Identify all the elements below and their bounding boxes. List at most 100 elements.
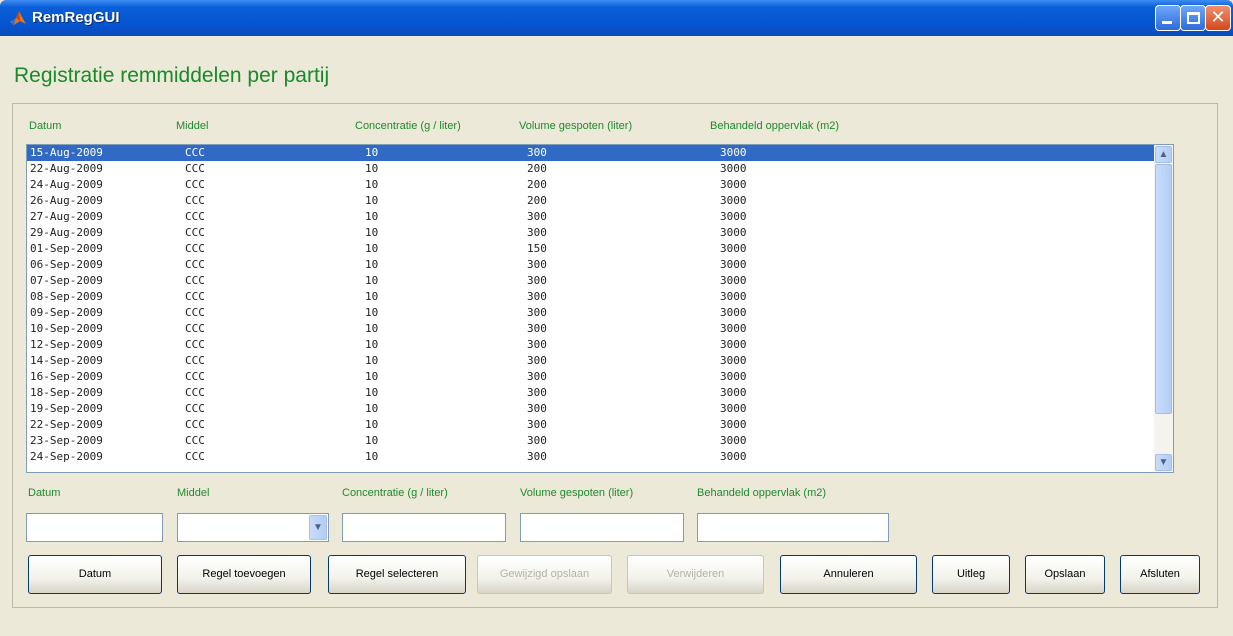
close-button[interactable]: ✕: [1205, 5, 1231, 31]
cell-middel: CCC: [185, 242, 205, 255]
listbox-rows: 15-Aug-2009 CCC 10 300 3000 22-Aug-2009 CCC 10 2…: [27, 145, 1155, 465]
verwijderen-button[interactable]: Verwijderen: [627, 555, 764, 594]
cell-conc: 10: [365, 338, 379, 351]
cell-datum: 24-Sep-2009: [30, 450, 103, 463]
cell-opp: 3000: [720, 290, 747, 303]
volume-field[interactable]: [520, 513, 684, 542]
opslaan-button[interactable]: Opslaan: [1025, 555, 1105, 594]
cell-datum: 18-Sep-2009: [30, 386, 103, 399]
maximize-button[interactable]: [1180, 5, 1206, 31]
oppervlak-field[interactable]: [697, 513, 889, 542]
cell-datum: 24-Aug-2009: [30, 178, 103, 191]
gewijzigd-opslaan-button[interactable]: Gewijzigd opslaan: [477, 555, 612, 594]
cell-middel: CCC: [185, 258, 205, 271]
registration-listbox[interactable]: 15-Aug-2009 CCC 10 300 3000 22-Aug-2009 CCC 10 2…: [26, 144, 1174, 473]
cell-conc: 10: [365, 162, 379, 175]
list-item[interactable]: 07-Sep-2009 CCC 10 300 3000: [27, 273, 1155, 289]
list-item[interactable]: 08-Sep-2009 CCC 10 300 3000: [27, 289, 1155, 305]
cell-vol: 300: [527, 322, 547, 335]
cell-opp: 3000: [720, 274, 747, 287]
annuleren-button[interactable]: Annuleren: [780, 555, 917, 594]
list-item[interactable]: 26-Aug-2009 CCC 10 200 3000: [27, 193, 1155, 209]
cell-datum: 15-Aug-2009: [30, 146, 103, 159]
list-item[interactable]: 01-Sep-2009 CCC 10 150 3000: [27, 241, 1155, 257]
list-item[interactable]: 14-Sep-2009 CCC 10 300 3000: [27, 353, 1155, 369]
list-header-oppervlak: Behandeld oppervlak (m2): [710, 120, 840, 132]
cell-middel: CCC: [185, 162, 205, 175]
list-item[interactable]: 16-Sep-2009 CCC 10 300 3000: [27, 369, 1155, 385]
cell-vol: 300: [527, 146, 547, 159]
page-title: Registratie remmiddelen per partij: [14, 64, 330, 87]
cell-vol: 300: [527, 290, 547, 303]
list-item[interactable]: 22-Aug-2009 CCC 10 200 3000: [27, 161, 1155, 177]
vertical-scrollbar[interactable]: ▲ ▼: [1154, 145, 1173, 472]
scroll-down-icon[interactable]: ▼: [1155, 454, 1172, 471]
list-item[interactable]: 15-Aug-2009 CCC 10 300 3000: [27, 145, 1155, 161]
list-item[interactable]: 06-Sep-2009 CCC 10 300 3000: [27, 257, 1155, 273]
scroll-up-icon[interactable]: ▲: [1155, 146, 1172, 163]
title-bar[interactable]: RemRegGUI ✕: [0, 0, 1233, 36]
cell-vol: 300: [527, 226, 547, 239]
cell-conc: 10: [365, 402, 379, 415]
cell-opp: 3000: [720, 194, 747, 207]
cell-middel: CCC: [185, 418, 205, 431]
list-header-volume: Volume gespoten (liter): [519, 120, 633, 132]
middel-select[interactable]: ▼: [177, 513, 329, 542]
afsluten-button[interactable]: Afsluten: [1120, 555, 1200, 594]
cell-datum: 27-Aug-2009: [30, 210, 103, 223]
minimize-button[interactable]: [1155, 5, 1181, 31]
cell-middel: CCC: [185, 386, 205, 399]
cell-conc: 10: [365, 354, 379, 367]
list-header-concentratie: Concentratie (g / liter): [355, 120, 461, 132]
list-item[interactable]: 24-Aug-2009 CCC 10 200 3000: [27, 177, 1155, 193]
cell-conc: 10: [365, 418, 379, 431]
uitleg-button[interactable]: Uitleg: [932, 555, 1010, 594]
cell-vol: 200: [527, 162, 547, 175]
cell-opp: 3000: [720, 242, 747, 255]
list-item[interactable]: 24-Sep-2009 CCC 10 300 3000: [27, 449, 1155, 465]
cell-middel: CCC: [185, 226, 205, 239]
cell-datum: 12-Sep-2009: [30, 338, 103, 351]
matlab-logo-icon: [10, 11, 26, 25]
cell-datum: 22-Aug-2009: [30, 162, 103, 175]
label-oppervlak: Behandeld oppervlak (m2): [697, 487, 827, 499]
cell-opp: 3000: [720, 322, 747, 335]
cell-opp: 3000: [720, 258, 747, 271]
label-volume: Volume gespoten (liter): [520, 487, 634, 499]
cell-datum: 29-Aug-2009: [30, 226, 103, 239]
list-item[interactable]: 12-Sep-2009 CCC 10 300 3000: [27, 337, 1155, 353]
list-item[interactable]: 18-Sep-2009 CCC 10 300 3000: [27, 385, 1155, 401]
cell-datum: 22-Sep-2009: [30, 418, 103, 431]
cell-conc: 10: [365, 146, 379, 159]
cell-middel: CCC: [185, 434, 205, 447]
list-item[interactable]: 29-Aug-2009 CCC 10 300 3000: [27, 225, 1155, 241]
concentratie-field[interactable]: [342, 513, 506, 542]
cell-middel: CCC: [185, 194, 205, 207]
cell-opp: 3000: [720, 162, 747, 175]
list-header-datum: Datum: [29, 120, 62, 132]
cell-conc: 10: [365, 226, 379, 239]
list-item[interactable]: 22-Sep-2009 CCC 10 300 3000: [27, 417, 1155, 433]
regel-toevoegen-button[interactable]: Regel toevoegen: [177, 555, 311, 594]
cell-opp: 3000: [720, 450, 747, 463]
cell-vol: 300: [527, 306, 547, 319]
list-item[interactable]: 23-Sep-2009 CCC 10 300 3000: [27, 433, 1155, 449]
list-item[interactable]: 09-Sep-2009 CCC 10 300 3000: [27, 305, 1155, 321]
list-item[interactable]: 19-Sep-2009 CCC 10 300 3000: [27, 401, 1155, 417]
cell-conc: 10: [365, 210, 379, 223]
dropdown-arrow-icon[interactable]: ▼: [309, 515, 327, 540]
cell-vol: 300: [527, 434, 547, 447]
cell-vol: 300: [527, 450, 547, 463]
cell-middel: CCC: [185, 402, 205, 415]
list-item[interactable]: 27-Aug-2009 CCC 10 300 3000: [27, 209, 1155, 225]
label-middel: Middel: [177, 487, 210, 499]
datum-field[interactable]: [26, 513, 163, 542]
cell-vol: 150: [527, 242, 547, 255]
cell-datum: 19-Sep-2009: [30, 402, 103, 415]
cell-vol: 200: [527, 194, 547, 207]
datum-button[interactable]: Datum: [28, 555, 162, 594]
scroll-thumb[interactable]: [1155, 164, 1172, 414]
list-item[interactable]: 10-Sep-2009 CCC 10 300 3000: [27, 321, 1155, 337]
regel-selecteren-button[interactable]: Regel selecteren: [328, 555, 466, 594]
cell-middel: CCC: [185, 274, 205, 287]
